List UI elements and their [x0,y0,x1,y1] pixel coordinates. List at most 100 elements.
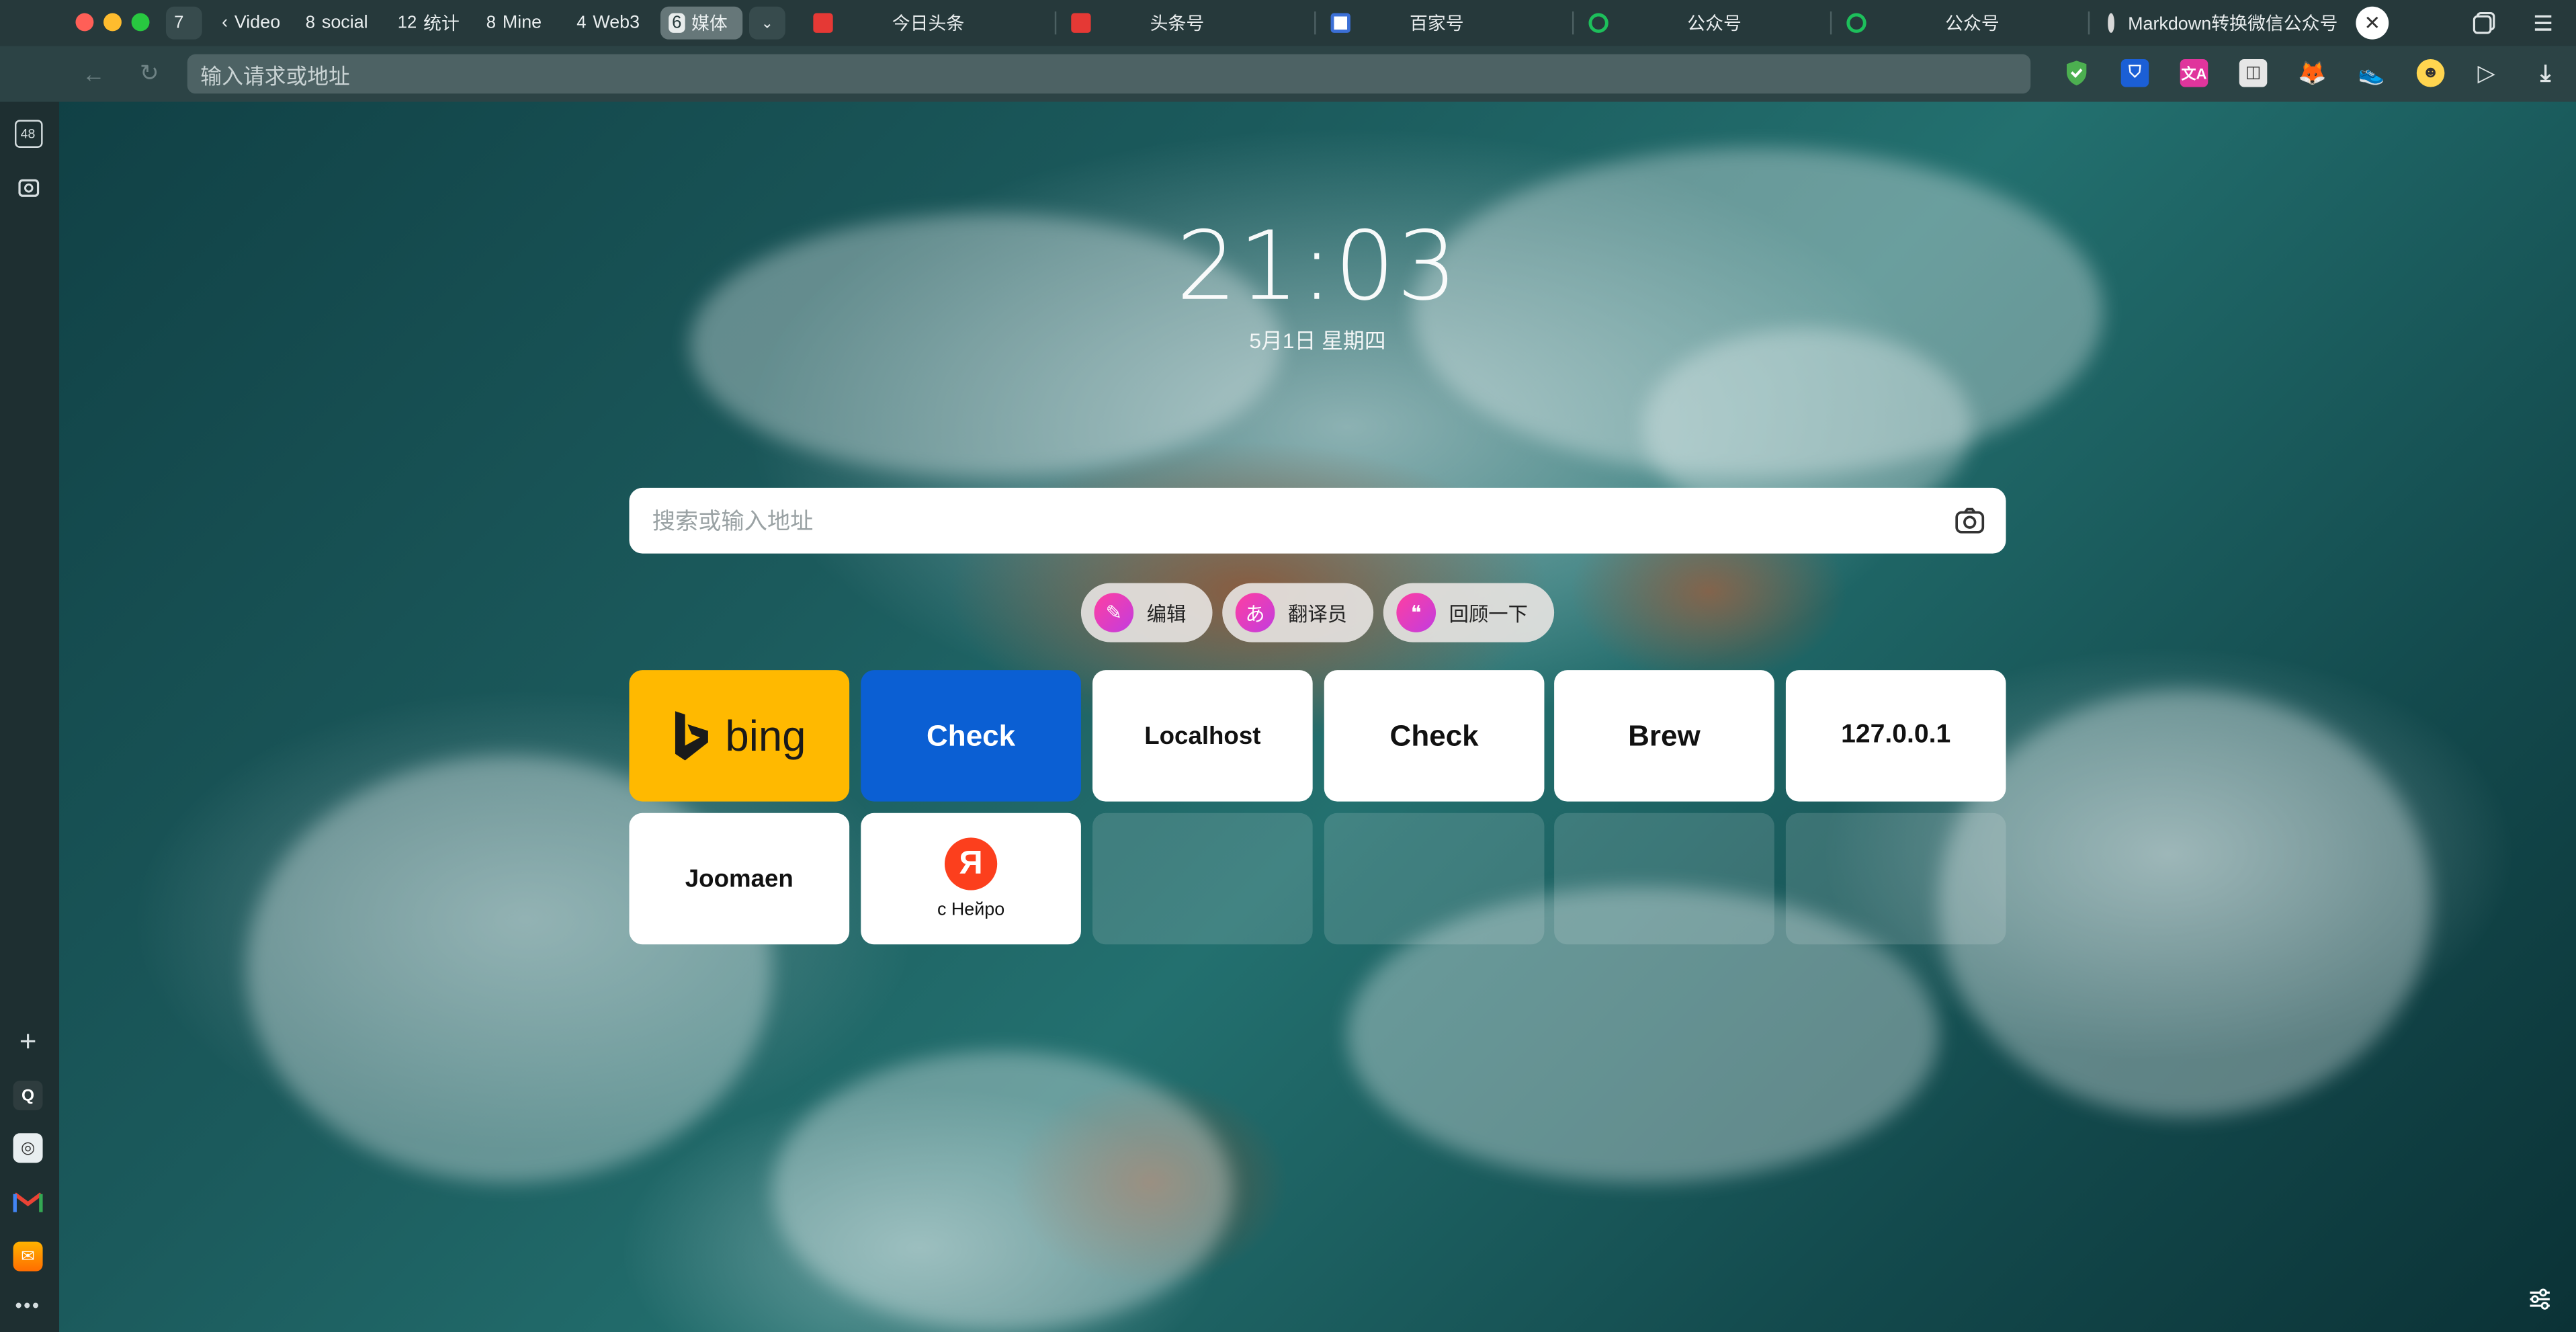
reader-extension-icon[interactable]: ◫ [2239,58,2268,87]
search-box[interactable]: 搜索或输入地址 [629,487,2006,554]
tile-check[interactable]: Check [1324,670,1545,802]
window-controls [75,13,150,32]
address-bar[interactable]: 输入请求或地址 [187,54,2031,94]
metamask-extension-icon[interactable]: 🦊 [2298,59,2327,87]
tile-label: bing [725,710,806,760]
tile-brew[interactable]: Brew [1554,670,1774,802]
tab-group-count: 4 [576,13,587,33]
tab-group-count: 8 [305,13,316,33]
tile-localhost-ip[interactable]: 127.0.0.1 [1785,670,2006,802]
download-icon[interactable]: ⤓ [2532,59,2560,87]
reload-icon[interactable]: ↻ [140,59,159,87]
translate-icon: あ [1235,593,1275,632]
toutiaohao-favicon-icon [1071,13,1091,33]
tab-separator [1572,11,1574,35]
empty-tile[interactable] [1554,813,1774,945]
tab[interactable]: 百家号 [1330,7,1464,40]
toutiao-favicon-icon [813,13,833,33]
tab-group[interactable]: 8 social [298,7,383,40]
empty-tile[interactable] [1324,813,1545,945]
translate-extension-icon[interactable]: 文A [2180,58,2208,87]
tab-overview-icon[interactable] [2473,11,2495,34]
tab[interactable]: 今日头条 [813,7,964,40]
edit-icon: ✎ [1094,593,1134,632]
tab-group-active[interactable]: 6 媒体 [660,6,743,40]
tab-group-count: 12 [397,13,417,33]
wechat-favicon-icon [1846,13,1866,33]
quick-action-review[interactable]: ❝ 回顾一下 [1383,583,1555,642]
screenshot-icon[interactable] [13,173,43,202]
tab-title: 公众号 [1687,14,1742,35]
tile-bing[interactable]: bing [629,670,850,802]
tab-count-value: 48 [13,119,42,147]
tab-group-label: social [321,13,368,33]
tile-label: Joomaen [685,864,793,893]
empty-tile[interactable] [1785,813,2006,945]
tab-group-label: 统计 [423,14,460,35]
tab-separator [2088,11,2090,35]
clock-date: 5月1日 星期四 [1249,328,1386,353]
tile-yandex-neuro[interactable]: Я с Нейро [861,813,1081,945]
tab-group[interactable]: ‹ Video [214,7,289,40]
customize-settings-icon[interactable] [2527,1286,2553,1313]
chevron-left-icon: ‹ [222,13,228,33]
address-placeholder: 输入请求或地址 [200,63,350,88]
tile-check-blue[interactable]: Check [861,670,1081,802]
tile-localhost[interactable]: Localhost [1092,670,1313,802]
tile-label: Localhost [1144,722,1261,750]
baijiahao-favicon-icon [1330,13,1350,33]
tab-groups-dropdown[interactable]: ⌄ [748,6,785,40]
yandex-logo-icon: Я [944,837,998,890]
tile-label: с Нейро [937,900,1005,920]
tab-group-count: 8 [486,13,497,33]
minimize-window-button[interactable] [103,13,122,32]
tab-title: 今日头条 [892,14,965,35]
empty-tile[interactable] [1092,813,1313,945]
add-icon[interactable]: + [13,1024,43,1057]
quick-action-edit[interactable]: ✎ 编辑 [1080,583,1213,642]
tile-label: 127.0.0.1 [1841,720,1951,749]
video-extension-icon[interactable]: ▷ [2473,59,2501,87]
menu-icon[interactable] [2532,11,2554,34]
tab-group-label: Mine [502,13,542,33]
zoom-window-button[interactable] [131,13,150,32]
gmail-app-icon[interactable] [13,1188,43,1217]
adguard-extension-icon[interactable] [2062,59,2090,87]
tab-group-label: Video [234,13,281,33]
camera-search-icon[interactable] [1953,504,1986,537]
tab[interactable]: 公众号 [1588,7,1742,40]
tab-group[interactable]: 4 Web3 [568,7,654,40]
quark-app-icon[interactable]: Q [13,1081,43,1111]
back-icon[interactable]: ← [82,60,105,87]
close-icon: ✕ [2364,11,2381,35]
bitwarden-extension-icon[interactable]: ⛉ [2120,58,2149,87]
tab[interactable]: Markdown转换微信公众号 [2108,7,2337,40]
wechat-favicon-icon [1588,13,1608,33]
tab[interactable]: 头条号 [1071,7,1204,40]
tab-group-label: Web3 [593,13,640,33]
tab-separator [1830,11,1832,35]
chatgpt-app-icon[interactable]: ◎ [13,1133,43,1163]
tile-label: Brew [1628,718,1701,752]
more-icon[interactable]: ••• [13,1291,43,1321]
chat-icon: ❝ [1396,593,1436,632]
title-bar: 7 ‹ Video 8 social 12 统计 8 Mine 4 Web3 6… [0,0,2576,46]
face-extension-icon[interactable]: ☻ [2416,58,2445,87]
quick-action-translate[interactable]: あ 翻译员 [1222,583,1374,642]
close-window-button[interactable] [75,13,94,32]
tab-count-badge[interactable]: 48 [13,118,43,148]
tab-group[interactable]: 12 统计 [390,7,472,40]
quick-action-label: 回顾一下 [1449,601,1529,625]
shoe-extension-icon[interactable]: 👟 [2358,59,2386,87]
bing-logo-icon [675,711,709,761]
tile-joomaen[interactable]: Joomaen [629,813,850,945]
tab-title: 公众号 [1945,14,2000,35]
close-tab-button[interactable]: ✕ [2356,6,2389,40]
mail-app-icon[interactable]: ✉ [13,1241,43,1272]
tab[interactable]: 公众号 [1846,7,2000,40]
tab-group[interactable]: 7 [165,6,202,40]
quick-action-label: 编辑 [1146,601,1187,625]
tab-group[interactable]: 8 Mine [478,7,560,40]
search-placeholder: 搜索或输入地址 [652,507,814,534]
tab-separator [1314,11,1316,35]
